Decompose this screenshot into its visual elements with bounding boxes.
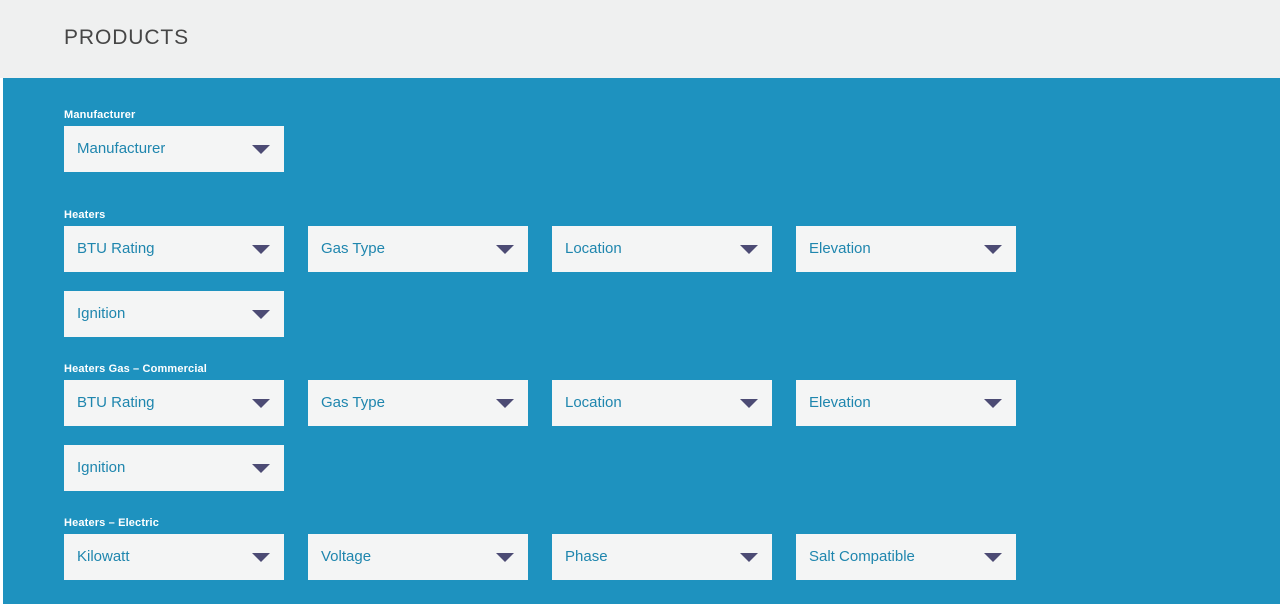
select-gas-type[interactable]: Gas Type: [308, 380, 528, 426]
select-phase[interactable]: Phase: [552, 534, 772, 580]
select-value: Voltage: [321, 548, 372, 565]
select-value: Salt Compatible: [809, 548, 915, 565]
filter-panel: Manufacturer Manufacturer Heaters BTU Ratin…: [3, 78, 1280, 604]
filter-group-label: Heaters Gas – Commercial: [64, 363, 208, 375]
filter-group-manufacturer: Manufacturer Manufacturer: [64, 109, 1084, 172]
page-title: PRODUCTS: [64, 26, 190, 49]
chevron-down-icon[interactable]: [252, 245, 270, 254]
select-value: Elevation: [809, 240, 871, 257]
select-value: Gas Type: [321, 394, 385, 411]
select-btu-rating[interactable]: BTU Rating: [64, 226, 284, 272]
select-value: Ignition: [77, 305, 126, 322]
chevron-down-icon[interactable]: [252, 399, 270, 408]
chevron-down-icon[interactable]: [496, 245, 514, 254]
chevron-down-icon[interactable]: [252, 310, 270, 319]
chevron-down-icon[interactable]: [496, 399, 514, 408]
filter-group-label: Manufacturer: [64, 109, 136, 121]
select-elevation[interactable]: Elevation: [796, 380, 1016, 426]
select-gas-type[interactable]: Gas Type: [308, 226, 528, 272]
chevron-down-icon[interactable]: [496, 553, 514, 562]
select-location[interactable]: Location: [552, 380, 772, 426]
select-value: Kilowatt: [77, 548, 130, 565]
select-elevation[interactable]: Elevation: [796, 226, 1016, 272]
filter-group-heaters: Heaters BTU Rating Gas Type Location Elevati…: [64, 209, 1084, 337]
products-filter-page: PRODUCTS Manufacturer Manufacturer Heaters…: [0, 0, 1280, 604]
chevron-down-icon[interactable]: [984, 399, 1002, 408]
select-value: Location: [565, 394, 622, 411]
select-value: BTU Rating: [77, 394, 155, 411]
select-value: Manufacturer: [77, 140, 166, 157]
select-manufacturer[interactable]: Manufacturer: [64, 126, 284, 172]
select-value: Phase: [565, 548, 608, 565]
filter-row: Manufacturer: [64, 126, 1084, 172]
filter-group-label: Heaters – Electric: [64, 517, 160, 529]
chevron-down-icon[interactable]: [740, 553, 758, 562]
filter-group-label: Heaters: [64, 209, 106, 221]
select-ignition[interactable]: Ignition: [64, 291, 284, 337]
select-value: BTU Rating: [77, 240, 155, 257]
select-value: Ignition: [77, 459, 126, 476]
select-value: Elevation: [809, 394, 871, 411]
select-location[interactable]: Location: [552, 226, 772, 272]
chevron-down-icon[interactable]: [252, 145, 270, 154]
select-salt-compatible[interactable]: Salt Compatible: [796, 534, 1016, 580]
filter-row: Kilowatt Voltage Phase Salt Compatible: [64, 534, 1084, 580]
page-header: PRODUCTS: [0, 0, 1280, 78]
chevron-down-icon[interactable]: [984, 245, 1002, 254]
select-kilowatt[interactable]: Kilowatt: [64, 534, 284, 580]
filter-row: BTU Rating Gas Type Location Elevation: [64, 226, 1084, 272]
filter-group-heaters-electric: Heaters – Electric Kilowatt Voltage Phase Sa…: [64, 517, 1084, 580]
select-ignition[interactable]: Ignition: [64, 445, 284, 491]
filter-group-heaters-gas-commercial: Heaters Gas – Commercial BTU Rating Gas Ty…: [64, 363, 1084, 491]
select-voltage[interactable]: Voltage: [308, 534, 528, 580]
chevron-down-icon[interactable]: [740, 399, 758, 408]
chevron-down-icon[interactable]: [984, 553, 1002, 562]
select-value: Gas Type: [321, 240, 385, 257]
filter-row: Ignition: [64, 291, 1084, 337]
chevron-down-icon[interactable]: [252, 464, 270, 473]
filter-row: BTU Rating Gas Type Location Elevation: [64, 380, 1084, 426]
filter-row: Ignition: [64, 445, 1084, 491]
select-value: Location: [565, 240, 622, 257]
chevron-down-icon[interactable]: [252, 553, 270, 562]
filter-groups-container: Manufacturer Manufacturer Heaters BTU Ratin…: [64, 78, 1084, 580]
chevron-down-icon[interactable]: [740, 245, 758, 254]
select-btu-rating[interactable]: BTU Rating: [64, 380, 284, 426]
